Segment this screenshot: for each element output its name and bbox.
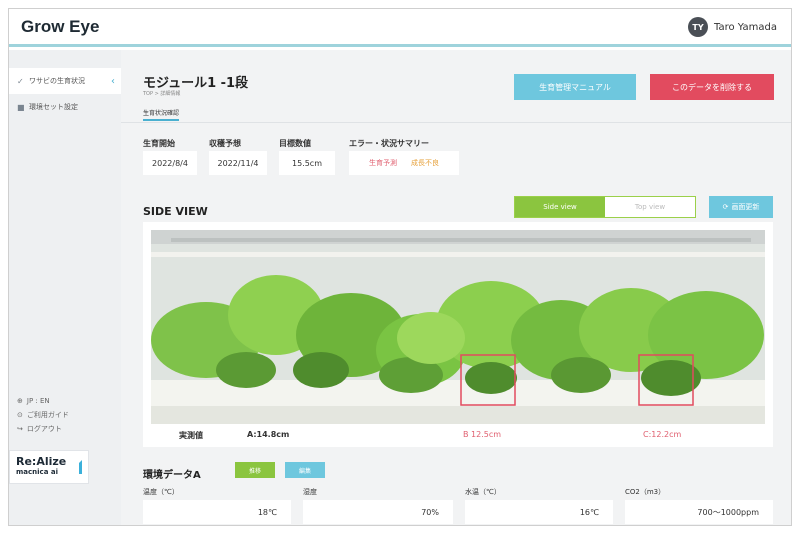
avatar[interactable]: TY: [688, 17, 709, 37]
logo-mark-icon: [74, 460, 82, 474]
edit-button[interactable]: 編集: [285, 462, 325, 478]
user-menu[interactable]: TY Taro Yamada: [688, 17, 777, 37]
app-window: Grow Eye TY Taro Yamada ✓ ワサビの生育状況 ‹ ■ 環…: [8, 8, 792, 526]
measured-value-label: 実測値: [179, 431, 203, 440]
refresh-button[interactable]: ⟳ 画面更新: [709, 196, 773, 218]
refresh-label: 画面更新: [731, 204, 760, 211]
sidebar-item-wasabi-growth[interactable]: ✓ ワサビの生育状況 ‹: [9, 68, 121, 94]
target-value-label: 目標数値: [279, 139, 311, 148]
status-badge: 成長不良: [411, 159, 439, 167]
divider: [121, 122, 791, 123]
status-summary-label: エラー・状況サマリー: [349, 139, 429, 148]
realize-logo: Re:Alize macnica ai: [9, 450, 89, 484]
logout-link[interactable]: ↪ ログアウト: [17, 422, 69, 436]
co2-value: 700〜1000ppm: [625, 500, 773, 524]
tab-growth-status[interactable]: 生育状況確認: [143, 108, 180, 121]
page-title: モジュール1 -1段: [143, 76, 249, 91]
sidebar-item-label: ワサビの生育状況: [29, 77, 85, 85]
refresh-icon: ⟳: [722, 204, 729, 211]
start-date-value: 2022/8/4: [143, 151, 197, 175]
top-view-toggle[interactable]: Top view: [605, 197, 695, 217]
logo-line-1: Re:Alize: [16, 455, 67, 468]
status-badge: 生育予測: [369, 159, 397, 167]
language-label[interactable]: JP : EN: [27, 394, 50, 408]
language-switch[interactable]: ⊕ JP : EN: [17, 394, 69, 408]
chevron-left-icon[interactable]: ‹: [111, 76, 115, 87]
status-summary: 生育予測 成長不良: [349, 151, 459, 175]
measure-a: A:14.8cm: [247, 430, 290, 439]
target-value: 15.5cm: [279, 151, 335, 175]
measure-b: B 12.5cm: [463, 430, 502, 439]
humidity-value: 70%: [303, 500, 453, 524]
app-header: Grow Eye TY Taro Yamada: [9, 9, 791, 47]
sidebar: ✓ ワサビの生育状況 ‹ ■ 環境セット設定 ⊕ JP : EN ⊙ ご利用ガイ…: [9, 50, 121, 525]
brand-logo[interactable]: Grow Eye: [21, 17, 99, 37]
side-view-panel: 実測値 A:14.8cm B 12.5cm C:12.2cm: [143, 222, 773, 447]
breadcrumb[interactable]: TOP > 詳細情報: [143, 90, 180, 97]
side-view-toggle[interactable]: Side view: [515, 197, 605, 217]
view-toggle[interactable]: Side view Top view: [514, 196, 696, 218]
sidebar-footer-links: ⊕ JP : EN ⊙ ご利用ガイド ↪ ログアウト: [17, 394, 69, 436]
temperature-value: 18℃: [143, 500, 291, 524]
growth-manual-button[interactable]: 生育管理マニュアル: [514, 74, 636, 100]
help-icon: ⊙: [17, 411, 23, 419]
measure-c: C:12.2cm: [643, 430, 682, 439]
water-temperature-value: 16℃: [465, 500, 613, 524]
plant-photo: [151, 230, 765, 424]
logout-label[interactable]: ログアウト: [27, 422, 62, 436]
temperature-label: 温度（℃）: [143, 488, 179, 496]
environment-data-title: 環境データA: [143, 470, 201, 481]
user-name[interactable]: Taro Yamada: [714, 22, 777, 33]
delete-data-button[interactable]: このデータを削除する: [650, 74, 774, 100]
sidebar-item-label: 環境セット設定: [29, 103, 78, 111]
user-guide-link[interactable]: ⊙ ご利用ガイド: [17, 408, 69, 422]
folder-icon: ■: [17, 102, 25, 112]
user-guide-label[interactable]: ご利用ガイド: [27, 408, 69, 422]
harvest-forecast-label: 収穫予想: [209, 139, 241, 148]
start-date-label: 生育開始: [143, 139, 175, 148]
plant-side-view-image[interactable]: [151, 230, 765, 424]
logo-line-2: macnica ai: [16, 468, 58, 476]
side-view-title: SIDE VIEW: [143, 205, 208, 218]
leaf-icon: ✓: [17, 76, 24, 86]
main-content: モジュール1 -1段 TOP > 詳細情報 生育状況確認 生育管理マニュアル こ…: [121, 50, 791, 525]
harvest-forecast-value: 2022/11/4: [209, 151, 267, 175]
water-temperature-label: 水温（℃）: [465, 488, 501, 496]
globe-icon: ⊕: [17, 397, 23, 405]
co2-label: CO2（m3）: [625, 488, 666, 496]
sidebar-item-environment-settings[interactable]: ■ 環境セット設定: [9, 94, 121, 120]
humidity-label: 湿度: [303, 488, 317, 496]
logout-icon: ↪: [17, 425, 23, 433]
trend-button[interactable]: 推移: [235, 462, 275, 478]
